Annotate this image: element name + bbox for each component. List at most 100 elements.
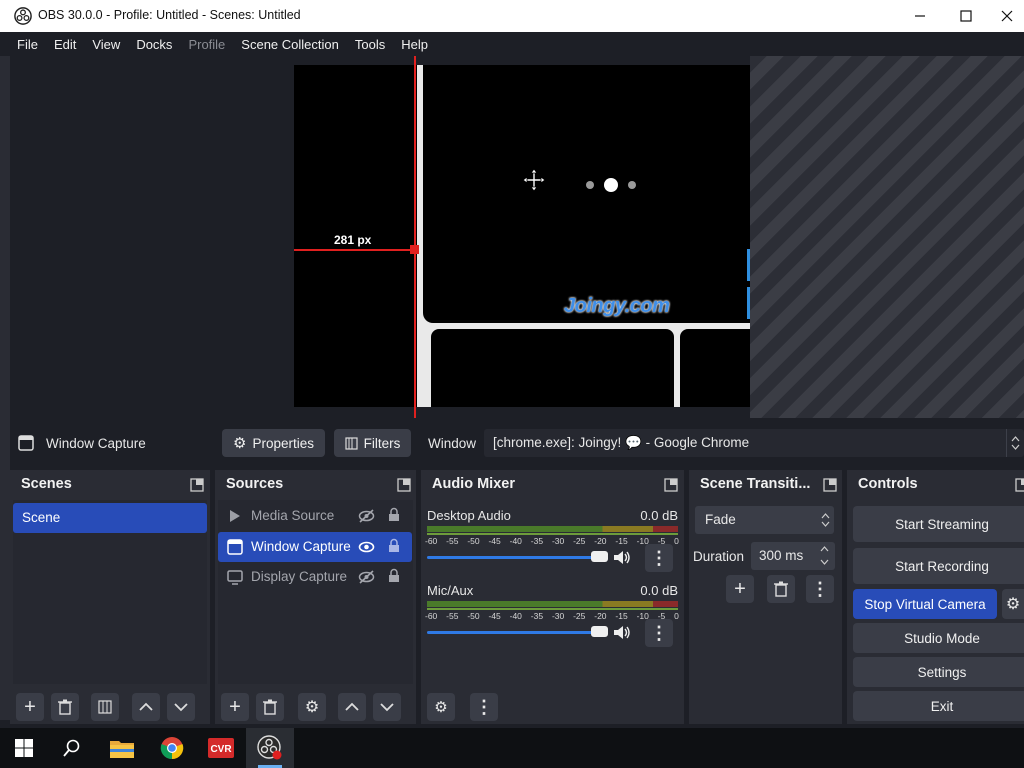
studio-mode-button[interactable]: Studio Mode — [853, 623, 1024, 653]
menu-file[interactable]: File — [9, 37, 46, 52]
mixer-menu-button[interactable]: ⋮ — [470, 693, 498, 721]
speaker-icon[interactable] — [613, 625, 631, 640]
add-transition-button[interactable]: + — [726, 575, 754, 603]
start-streaming-label: Start Streaming — [895, 516, 989, 532]
transition-menu-button[interactable]: ⋮ — [806, 575, 834, 603]
eye-icon[interactable] — [358, 540, 375, 554]
source-item-media[interactable]: Media Source — [218, 502, 412, 530]
menu-help[interactable]: Help — [393, 37, 436, 52]
spin-down-icon[interactable] — [820, 557, 829, 567]
transition-select[interactable]: Fade — [695, 506, 834, 534]
scale-tick: -30 — [551, 611, 565, 621]
volume-meter — [427, 526, 678, 532]
volume-slider-handle[interactable] — [591, 551, 608, 562]
virtual-camera-button[interactable]: Stop Virtual Camera — [853, 589, 997, 619]
exit-button[interactable]: Exit — [853, 691, 1024, 721]
filters-button[interactable]: Filters — [334, 429, 411, 457]
start-button[interactable] — [0, 728, 48, 768]
spin-up-icon[interactable] — [820, 544, 829, 554]
window-title: OBS 30.0.0 - Profile: Untitled - Scenes:… — [38, 8, 301, 22]
eye-hidden-icon[interactable] — [358, 509, 375, 523]
undock-icon[interactable] — [190, 478, 204, 492]
file-explorer-icon — [110, 741, 134, 758]
volume-slider-track[interactable] — [427, 631, 603, 634]
move-scene-up-button[interactable] — [132, 693, 160, 721]
eye-hidden-icon[interactable] — [358, 570, 375, 584]
minimize-button[interactable] — [897, 0, 943, 32]
properties-button[interactable]: ⚙ Properties — [222, 429, 325, 457]
channel-name: Desktop Audio — [427, 508, 511, 523]
vr-app-icon: CVR — [208, 738, 234, 758]
add-scene-button[interactable]: + — [16, 693, 44, 721]
left-window-edge — [0, 56, 10, 720]
remove-transition-button[interactable] — [767, 575, 795, 603]
duration-spinbox[interactable]: 300 ms — [751, 542, 835, 570]
source-item-window-capture[interactable]: Window Capture — [218, 532, 412, 562]
move-scene-down-button[interactable] — [167, 693, 195, 721]
taskbar-chrome[interactable] — [148, 728, 196, 768]
remove-source-button[interactable] — [256, 693, 284, 721]
menu-tools[interactable]: Tools — [347, 37, 393, 52]
window-capture-source[interactable]: Joingy.com — [417, 65, 750, 407]
channel-menu-button[interactable]: ⋮ — [645, 619, 673, 647]
audio-channel-mic: Mic/Aux 0.0 dB -60 -55 -50 -45 -40 -35 -30 -25-… — [421, 581, 684, 651]
undock-icon[interactable] — [664, 478, 678, 492]
move-source-up-button[interactable] — [338, 693, 366, 721]
taskbar-file-explorer[interactable] — [98, 728, 146, 768]
speaker-icon[interactable] — [613, 550, 631, 565]
sources-title: Sources — [226, 476, 284, 492]
taskbar-search-button[interactable] — [48, 728, 96, 768]
captured-video-panel — [423, 65, 750, 323]
loading-dot-icon — [586, 181, 594, 189]
advanced-audio-button[interactable]: ⚙ — [427, 693, 455, 721]
undock-icon[interactable] — [1015, 478, 1024, 492]
scenes-list: Scene — [13, 500, 207, 684]
captured-lower-panel-left — [431, 329, 674, 407]
channel-menu-button[interactable]: ⋮ — [645, 544, 673, 572]
window-icon — [18, 435, 34, 451]
settings-button[interactable]: Settings — [853, 657, 1024, 687]
add-source-button[interactable]: + — [221, 693, 249, 721]
trash-icon — [58, 699, 72, 715]
captured-blue-edge-2 — [747, 287, 750, 319]
start-recording-button[interactable]: Start Recording — [853, 548, 1024, 584]
scale-tick: -40 — [509, 536, 522, 546]
remove-scene-button[interactable] — [51, 693, 79, 721]
undock-icon[interactable] — [823, 478, 837, 492]
close-button[interactable] — [989, 0, 1024, 32]
maximize-button[interactable] — [943, 0, 989, 32]
undock-icon[interactable] — [397, 478, 411, 492]
lock-icon[interactable] — [388, 568, 400, 583]
gear-icon: ⚙ — [1005, 596, 1021, 613]
menu-docks[interactable]: Docks — [128, 37, 180, 52]
menu-view[interactable]: View — [84, 37, 128, 52]
duration-value: 300 ms — [759, 548, 804, 563]
move-source-down-button[interactable] — [373, 693, 401, 721]
lock-icon[interactable] — [388, 538, 400, 553]
scale-tick: -50 — [467, 611, 480, 621]
start-recording-label: Start Recording — [895, 558, 989, 574]
volume-slider-track[interactable] — [427, 556, 603, 559]
window-select[interactable]: [chrome.exe]: Joingy! 💬 - Google Chrome — [484, 429, 1024, 457]
volume-meter — [427, 601, 678, 607]
scene-item[interactable]: Scene — [13, 503, 207, 533]
taskbar-vr-app[interactable]: CVR — [197, 728, 245, 768]
source-item-display-capture[interactable]: Display Capture — [218, 564, 412, 592]
volume-slider-handle[interactable] — [591, 626, 608, 637]
scene-filters-button[interactable] — [91, 693, 119, 721]
chrome-icon — [160, 737, 184, 760]
channel-level: 0.0 dB — [640, 583, 678, 598]
trash-icon — [263, 699, 277, 715]
gear-icon: ⚙ — [304, 699, 320, 716]
scene-item-label: Scene — [22, 510, 61, 525]
captured-lower-panel-right — [680, 329, 750, 407]
menu-edit[interactable]: Edit — [46, 37, 84, 52]
menu-scene-collection[interactable]: Scene Collection — [233, 37, 347, 52]
start-streaming-button[interactable]: Start Streaming — [853, 506, 1024, 542]
lock-icon[interactable] — [388, 507, 400, 522]
virtual-camera-settings-button[interactable]: ⚙ — [1002, 589, 1024, 619]
obs-logo-icon — [14, 7, 32, 25]
source-properties-button[interactable]: ⚙ — [298, 693, 326, 721]
taskbar-obs[interactable] — [246, 728, 294, 768]
resize-handle[interactable] — [410, 245, 419, 254]
